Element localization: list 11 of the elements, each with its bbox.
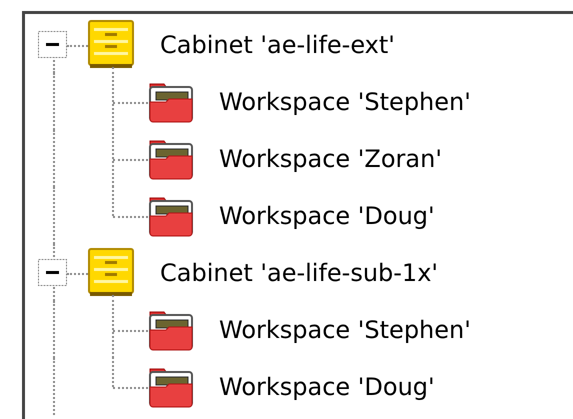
cabinet-icon — [88, 248, 134, 298]
workspace-label[interactable]: Workspace 'Stephen' — [219, 88, 471, 116]
collapse-icon[interactable] — [38, 31, 67, 58]
workspace-label[interactable]: Workspace 'Stephen' — [219, 316, 471, 344]
collapse-icon[interactable] — [38, 259, 67, 286]
workspace-label[interactable]: Workspace 'Doug' — [219, 372, 435, 400]
workspace-label[interactable]: Workspace 'Zoran' — [219, 144, 442, 172]
cabinet-label[interactable]: Cabinet 'ae-life-sub-1x' — [160, 258, 438, 286]
cabinet-icon — [88, 20, 134, 70]
workspace-label[interactable]: Workspace 'Doug' — [219, 202, 435, 230]
cabinet-label[interactable]: Cabinet 'ae-life-ext' — [160, 30, 395, 58]
